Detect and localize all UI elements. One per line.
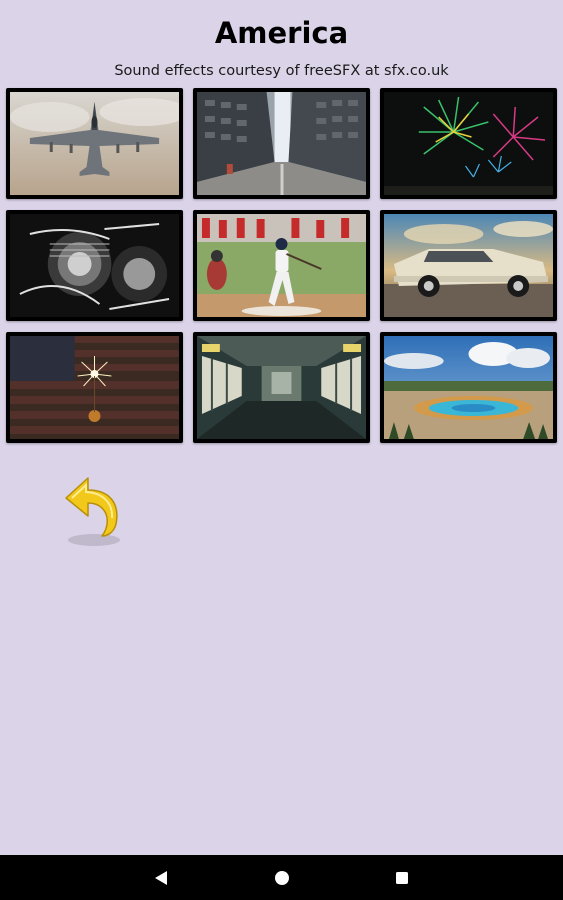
sound-tile-baseball[interactable] bbox=[193, 210, 370, 321]
subway-train-image bbox=[197, 336, 366, 439]
hot-spring-landscape-image bbox=[384, 336, 553, 439]
sound-tile-classic-car[interactable] bbox=[380, 210, 557, 321]
back-arrow-icon bbox=[65, 477, 120, 546]
nav-home-button[interactable] bbox=[252, 855, 312, 900]
sound-tile-fireworks[interactable] bbox=[380, 88, 557, 199]
fireworks-image bbox=[384, 92, 553, 195]
sound-tile-city-street[interactable] bbox=[193, 88, 370, 199]
nav-recents-icon bbox=[396, 871, 408, 884]
sound-tile-sparkler[interactable] bbox=[6, 332, 183, 443]
system-navigation-bar bbox=[0, 855, 563, 900]
page-title: America bbox=[214, 16, 349, 50]
baseball-batter-image bbox=[197, 214, 366, 317]
sound-tile-hot-spring[interactable] bbox=[380, 332, 557, 443]
sound-tile-motorcycle[interactable] bbox=[6, 210, 183, 321]
credits-subtitle: Sound effects courtesy of freeSFX at sfx… bbox=[114, 63, 449, 79]
nav-back-button[interactable] bbox=[131, 855, 191, 900]
nav-home-icon bbox=[275, 870, 289, 885]
back-button[interactable] bbox=[58, 470, 132, 550]
motorcycle-engine-image bbox=[10, 214, 179, 317]
sound-tile-fighter-jet[interactable] bbox=[6, 88, 183, 199]
sound-grid bbox=[6, 88, 557, 443]
nav-back-icon bbox=[155, 870, 167, 885]
classic-car-image bbox=[384, 214, 553, 317]
nav-recents-button[interactable] bbox=[372, 855, 432, 900]
sound-tile-subway[interactable] bbox=[193, 332, 370, 443]
city-street-image bbox=[197, 92, 366, 195]
fighter-jet-image bbox=[10, 92, 179, 195]
sparkler-flag-image bbox=[10, 336, 179, 439]
